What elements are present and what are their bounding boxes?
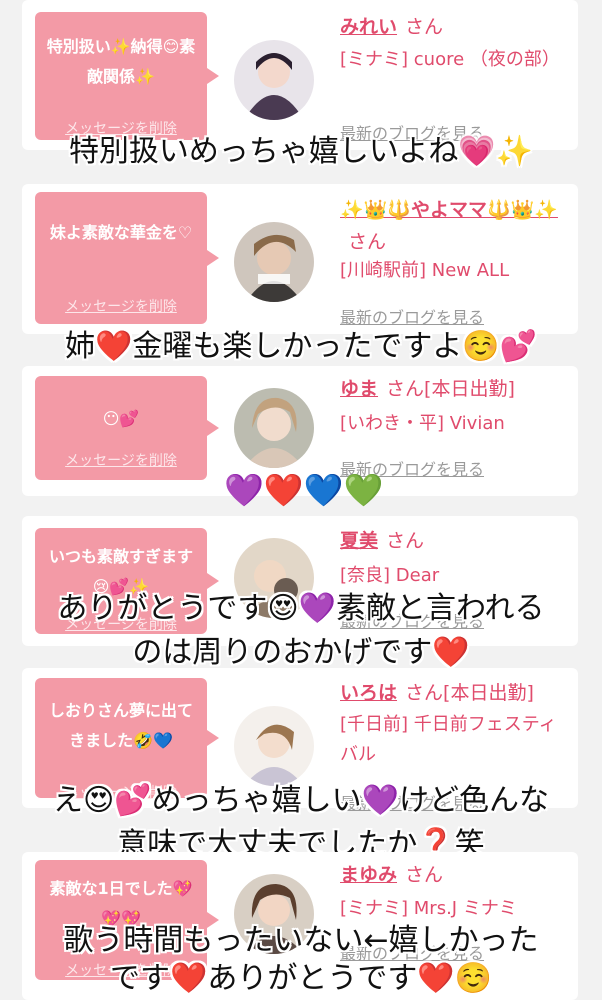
shop-name: [川崎駅前] New ALL [340, 260, 510, 281]
honorific: さん [405, 16, 444, 38]
user-name-link[interactable]: まゆみ [340, 864, 397, 886]
caption-overlay: 特別扱いめっちゃ嬉しいよね💗✨ [68, 134, 534, 169]
caption-overlay: ありがとうです😍💜素敵と言われる [57, 591, 545, 626]
shop-name: [ミナミ] Mrs.J ミナミ [340, 898, 517, 919]
user-name[interactable]: みれい さん [340, 12, 570, 42]
status-text: [本日出勤] [443, 682, 534, 704]
avatar[interactable] [234, 222, 314, 302]
message-text: 😶💕 [102, 409, 140, 428]
avatar[interactable] [234, 40, 314, 120]
message-card: 妹よ素敵な華金を♡ メッセージを削除 ✨👑🔱やよママ🔱👑✨ さん [川崎駅前] N… [22, 184, 578, 334]
user-name[interactable]: まゆみ さん [340, 860, 570, 890]
latest-blog-link[interactable]: 最新のブログを見る [340, 304, 484, 328]
shop-name: [千日前] 千日前フェスティバル [340, 714, 557, 765]
user-name[interactable]: 夏美 さん [340, 526, 570, 556]
honorific: さん [386, 530, 425, 552]
shop-name: [いわき・平] Vivian [340, 413, 505, 434]
hearts-overlay: 💜❤️💙💚 [224, 471, 384, 509]
caption-overlay: 姉❤️金曜も楽しかったですよ☺️💕 [64, 329, 538, 364]
message-text: 特別扱い✨納得😊素敵関係✨ [46, 37, 196, 86]
user-name[interactable]: いろは さん[本日出勤] [340, 678, 570, 708]
user-name-link[interactable]: いろは [340, 682, 397, 704]
caption-overlay: え😍💕めっちゃ嬉しい💜けど色んな [53, 783, 549, 818]
message-bubble: しおりさん夢に出てきました🤣💙 メッセージを削除 [35, 678, 219, 801]
message-text: 妹よ素敵な華金を♡ [49, 223, 193, 242]
honorific: さん [348, 231, 387, 253]
user-name-link[interactable]: ゆま [340, 378, 378, 400]
message-bubble: 妹よ素敵な華金を♡ メッセージを削除 [35, 192, 219, 324]
user-name-link[interactable]: みれい [340, 16, 397, 38]
user-name-link[interactable]: 夏美 [340, 530, 378, 552]
honorific: さん [386, 378, 425, 400]
message-bubble: 😶💕 メッセージを削除 [35, 376, 219, 480]
user-name[interactable]: ゆま さん[本日出勤] [340, 374, 570, 404]
user-name[interactable]: ✨👑🔱やよママ🔱👑✨ さん [340, 194, 570, 258]
avatar[interactable] [234, 706, 314, 786]
honorific: さん [405, 682, 444, 704]
avatar[interactable] [234, 388, 314, 468]
caption-overlay: のは周りのおかげです❤️ [132, 635, 470, 670]
honorific: さん [405, 864, 444, 886]
message-card: 特別扱い✨納得😊素敵関係✨ メッセージを削除 みれい さん [ミナミ] cuore… [22, 0, 578, 150]
shop-name: [ミナミ] cuore （夜の部） [340, 49, 560, 70]
status-text: [本日出勤] [424, 378, 515, 400]
delete-message-link[interactable]: メッセージを削除 [35, 296, 207, 316]
user-name-link[interactable]: ✨👑🔱やよママ🔱👑✨ [340, 199, 558, 221]
message-text: しおりさん夢に出てきました🤣💙 [48, 701, 193, 750]
message-bubble: 特別扱い✨納得😊素敵関係✨ メッセージを削除 [35, 12, 219, 140]
caption-overlay: 歌う時間もったいない←嬉しかった [63, 923, 539, 958]
delete-message-link[interactable]: メッセージを削除 [35, 450, 207, 470]
caption-overlay: です❤️ありがとうです❤️☺️ [109, 961, 493, 996]
shop-name: [奈良] Dear [340, 565, 440, 586]
